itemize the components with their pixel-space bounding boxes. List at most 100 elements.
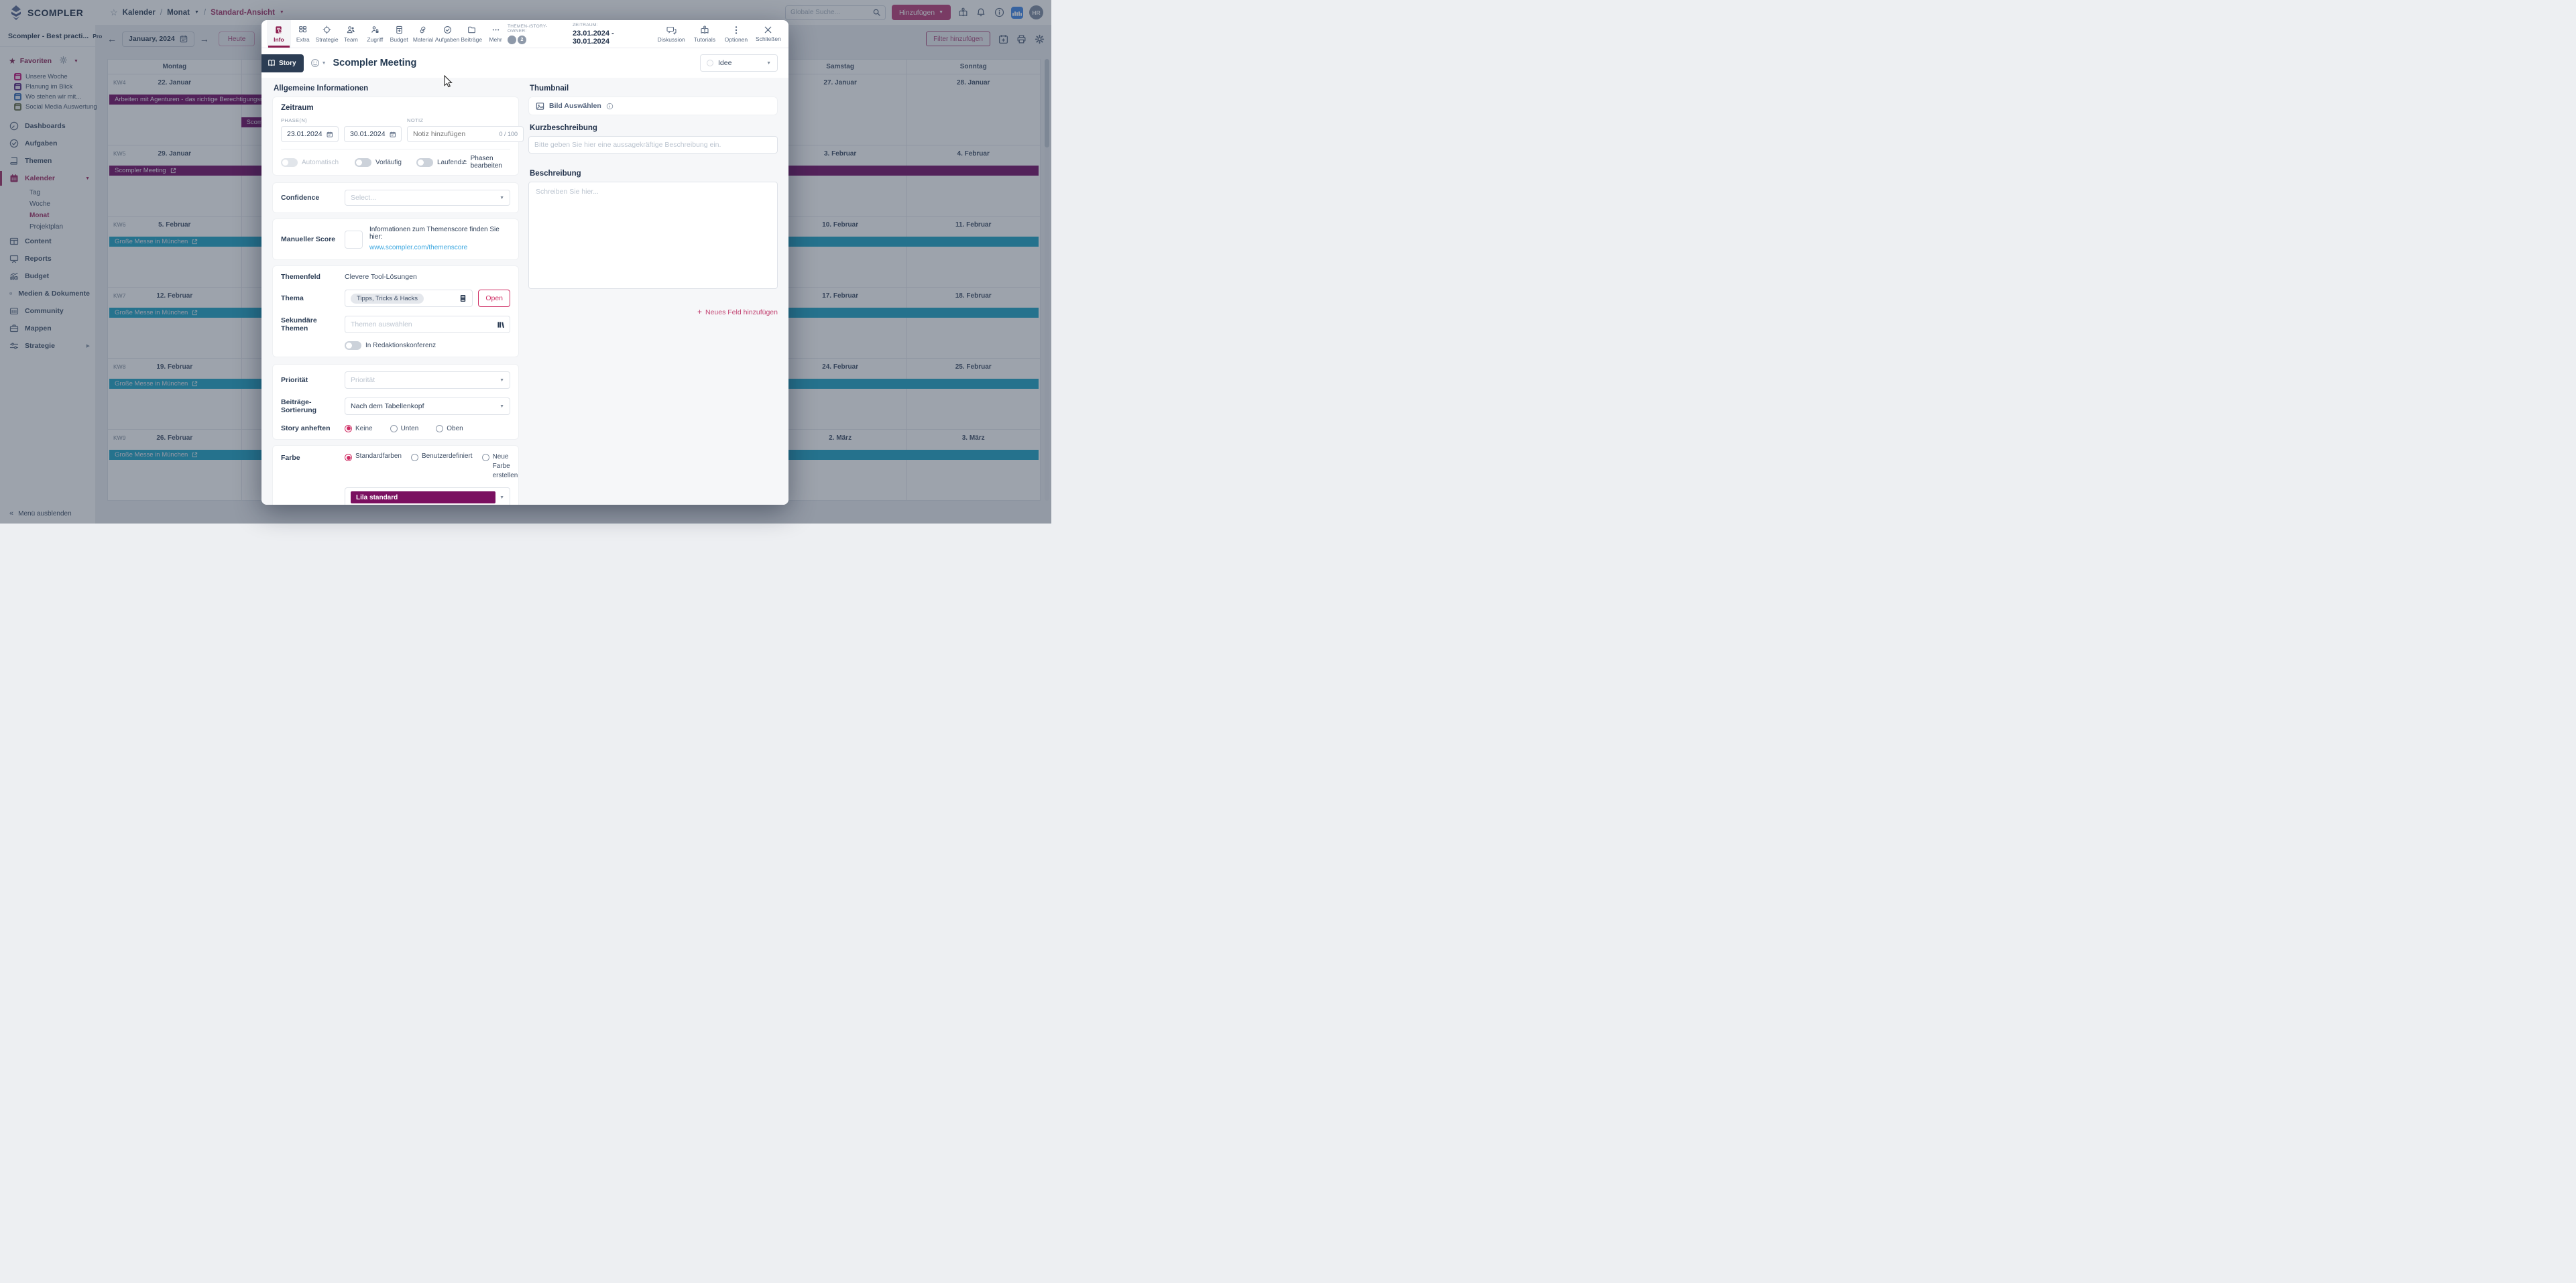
prioritaet-label: Priorität [281, 376, 345, 384]
themen-card: Themenfeld Clevere Tool-Lösungen Thema T… [272, 265, 519, 357]
edit-phases-button[interactable]: Phasen bearbeiten [461, 155, 510, 170]
story-badge-label: Story [279, 60, 296, 67]
farbe-card: Farbe Standardfarben Benutzerdefiniert N… [272, 445, 519, 505]
tab-label: Zugriff [367, 36, 383, 43]
grid-icon [298, 25, 307, 34]
calendar-icon [327, 131, 333, 138]
journal-icon [459, 294, 467, 302]
notiz-text-input[interactable] [413, 130, 495, 138]
prioritaet-select[interactable]: Priorität ▼ [345, 371, 510, 389]
chat-bubbles-icon [666, 25, 677, 35]
date-to-input[interactable]: 30.01.2024 [344, 126, 402, 142]
tab-zugriff[interactable]: Zugriff [363, 20, 387, 48]
toggle-laufend[interactable] [416, 158, 433, 167]
tab-label: Info [274, 36, 284, 43]
chevron-down-icon: ▼ [500, 378, 504, 383]
radio-neue-farbe[interactable] [482, 454, 489, 461]
story-title[interactable]: Scompler Meeting [333, 58, 417, 68]
kurzbeschreibung-input[interactable] [528, 136, 778, 154]
themenfeld-value: Clevere Tool-Lösungen [345, 273, 417, 281]
radio-pin-unten[interactable] [390, 425, 398, 432]
discussion-button[interactable]: Diskussion [658, 25, 685, 43]
thema-input[interactable]: Tipps, Tricks & Hacks [345, 290, 473, 307]
tab-strategie[interactable]: Strategie [315, 20, 339, 48]
chevron-down-icon: ▼ [500, 404, 504, 409]
modal-title-row: Story ▼ Scompler Meeting Idee ▼ [261, 48, 788, 78]
tab-label: Budget [390, 36, 408, 43]
radio-pin-oben[interactable] [436, 425, 443, 432]
tab-aufgaben[interactable]: Aufgaben [435, 20, 459, 48]
sekundaere-themen-input[interactable]: Themen auswählen [345, 316, 510, 333]
toggle-vorlaeufig[interactable] [355, 158, 371, 167]
modal-left-column: Allgemeine Informationen Zeitraum PHASE(… [272, 78, 519, 505]
tab-label: Aufgaben [435, 36, 459, 43]
beitraege-sortierung-select[interactable]: Nach dem Tabellenkopf ▼ [345, 398, 510, 415]
tab-label: Extra [296, 36, 310, 43]
tab-info[interactable]: Info [267, 20, 291, 48]
toggle-label: In Redaktionskonferenz [365, 342, 436, 349]
tab-material[interactable]: Material [411, 20, 435, 48]
owner-label: THEMEN-/STORY-OWNER: [508, 24, 564, 34]
open-thema-button[interactable]: Open [478, 290, 510, 307]
thema-label: Thema [281, 294, 345, 302]
owner-avatar-count[interactable]: 2 [518, 36, 526, 44]
radio-pin-keine[interactable] [345, 425, 352, 432]
calculator-icon [395, 25, 404, 34]
sortierung-value: Nach dem Tabellenkopf [351, 402, 495, 410]
beschreibung-textarea[interactable] [528, 182, 778, 289]
thema-chip[interactable]: Tipps, Tricks & Hacks [351, 294, 424, 304]
sorting-card: Priorität Priorität ▼ Beiträge-Sortierun… [272, 364, 519, 440]
chevron-down-icon: ▼ [500, 495, 504, 500]
phase-label: PHASE(N) [281, 117, 402, 123]
confidence-label: Confidence [281, 194, 345, 202]
zeitraum-heading: Zeitraum [281, 104, 510, 112]
tab-budget[interactable]: Budget [387, 20, 411, 48]
tab-team[interactable]: Team [339, 20, 363, 48]
radio-label: Neue Farbe erstellen [493, 452, 518, 481]
tab-mehr[interactable]: Mehr [483, 20, 508, 48]
radio-benutzerdefiniert[interactable] [411, 454, 418, 461]
toggle-redaktionskonferenz[interactable] [345, 341, 361, 350]
pick-image-button[interactable]: Bild Auswählen [528, 97, 778, 115]
beschreibung-heading: Beschreibung [530, 170, 778, 178]
image-icon [536, 102, 544, 111]
radio-standardfarben[interactable] [345, 454, 352, 461]
tutorials-book-icon [700, 25, 709, 35]
sliders-icon [461, 158, 467, 166]
tab-beitraege[interactable]: Beiträge [459, 20, 483, 48]
status-select[interactable]: Idee ▼ [700, 54, 778, 72]
color-select[interactable]: Lila standard ▼ [345, 487, 510, 505]
add-field-button[interactable]: +Neues Feld hinzufügen [528, 307, 778, 316]
date-from-input[interactable]: 23.01.2024 [281, 126, 339, 142]
crosshair-icon [323, 25, 331, 34]
sekundaere-placeholder: Themen auswählen [351, 320, 493, 328]
team-icon [347, 25, 355, 34]
date-from-value: 23.01.2024 [287, 130, 323, 138]
tab-label: Team [344, 36, 358, 43]
manual-score-label: Manueller Score [281, 235, 345, 243]
radio-label: Oben [447, 425, 463, 432]
toggle-automatisch[interactable] [281, 158, 298, 167]
options-button[interactable]: Optionen [725, 25, 748, 43]
owner-avatars[interactable]: 2 [508, 36, 564, 44]
tutorials-button[interactable]: Tutorials [693, 25, 716, 43]
emoji-picker[interactable]: ▼ [310, 58, 327, 68]
owner-avatar[interactable] [508, 36, 516, 44]
modal-header-right: THEMEN-/STORY-OWNER: 2 ZEITRAUM: 23.01.2… [508, 20, 780, 48]
link-icon [418, 25, 427, 34]
scompler-app: { "app": { "logo_text": "SCOMPLER" }, "t… [0, 0, 1051, 524]
notiz-label: NOTIZ [407, 117, 524, 123]
manual-score-input[interactable] [345, 231, 363, 249]
tab-label: Strategie [316, 36, 339, 43]
notiz-input[interactable]: 0 / 100 [407, 126, 524, 142]
add-field-label: Neues Feld hinzufügen [705, 308, 778, 316]
tab-extra[interactable]: Extra [291, 20, 315, 48]
confidence-select[interactable]: Select... ▼ [345, 190, 510, 206]
ellipsis-icon [491, 25, 500, 34]
themenfeld-label: Themenfeld [281, 273, 345, 281]
close-button[interactable]: Schließen [756, 25, 780, 42]
action-label: Diskussion [658, 36, 685, 43]
toggle-label: Laufend [437, 159, 461, 166]
themenscore-link[interactable]: www.scompler.com/themenscore [369, 244, 467, 251]
thumbnail-heading: Thumbnail [530, 84, 778, 93]
